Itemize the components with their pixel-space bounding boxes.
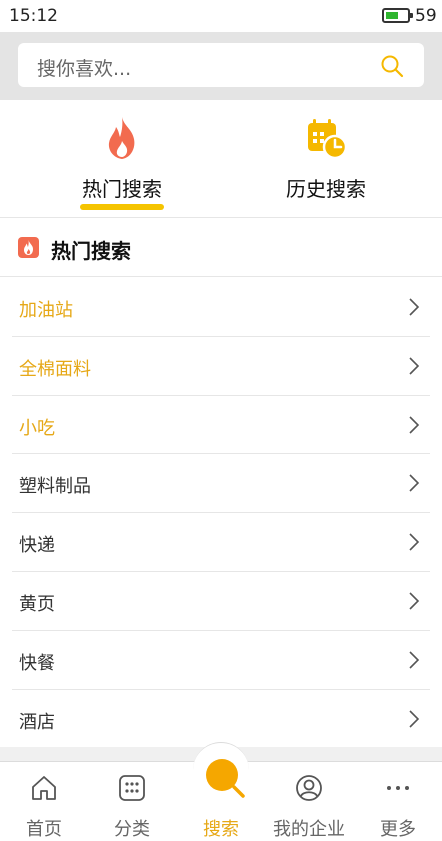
list-item-label: 快餐 [19, 652, 55, 674]
search-placeholder: 搜你喜欢... [37, 58, 132, 80]
nav-label: 首页 [26, 819, 62, 840]
list-item-label: 黄页 [19, 593, 55, 615]
section-header: 热门搜索 [0, 219, 442, 277]
tab-history-search[interactable]: 历史搜索 [264, 100, 388, 218]
list-item[interactable]: 快递 [12, 513, 430, 572]
chevron-right-icon [409, 592, 420, 610]
search-icon[interactable] [380, 54, 404, 78]
nav-label: 我的企业 [273, 819, 345, 840]
list-item[interactable]: 快餐 [12, 631, 430, 690]
home-icon [32, 776, 56, 800]
tab-label: 历史搜索 [286, 177, 366, 201]
hot-search-list: 加油站 全棉面料 小吃 塑料制品 快递 黄页 快餐 酒店 [0, 278, 442, 749]
nav-label: 分类 [114, 819, 150, 840]
nav-item-more[interactable]: 更多 [354, 762, 442, 841]
tab-hot-search[interactable]: 热门搜索 [60, 100, 184, 218]
list-item[interactable]: 加油站 [12, 278, 430, 337]
nav-label: 更多 [380, 819, 416, 840]
list-item[interactable]: 酒店 [12, 690, 430, 749]
list-item[interactable]: 黄页 [12, 572, 430, 631]
search-tabs: 热门搜索 历史搜索 [0, 100, 442, 218]
list-item-label: 塑料制品 [19, 476, 91, 498]
nav-item-my-company[interactable]: 我的企业 [265, 762, 353, 841]
list-item-label: 加油站 [19, 300, 73, 321]
chevron-right-icon [409, 533, 420, 551]
list-item[interactable]: 小吃 [12, 396, 430, 455]
chevron-right-icon [409, 651, 420, 669]
chevron-right-icon [409, 474, 420, 492]
battery-level: 59 [415, 6, 437, 26]
status-time: 15:12 [9, 6, 58, 26]
list-item-label: 酒店 [19, 711, 55, 733]
section-title: 热门搜索 [51, 239, 131, 263]
list-item-label: 小吃 [19, 417, 55, 439]
search-input[interactable]: 搜你喜欢... [18, 43, 424, 87]
nav-item-home[interactable]: 首页 [0, 762, 88, 841]
chevron-right-icon [409, 710, 420, 728]
tab-label: 热门搜索 [82, 177, 162, 201]
list-item-label: 快递 [19, 535, 55, 557]
more-icon [387, 786, 409, 790]
chevron-right-icon [409, 357, 420, 375]
list-item-label: 全棉面料 [19, 358, 91, 380]
search-icon[interactable] [204, 757, 246, 799]
status-bar: 15:12 59 [0, 0, 442, 32]
nav-label: 搜索 [203, 819, 239, 840]
chevron-right-icon [409, 416, 420, 434]
search-bar-area: 搜你喜欢... [0, 32, 442, 100]
list-item[interactable]: 塑料制品 [12, 454, 430, 514]
nav-item-category[interactable]: 分类 [88, 762, 176, 841]
user-icon [296, 775, 322, 801]
flame-icon [108, 117, 135, 159]
active-tab-indicator [80, 204, 164, 210]
chevron-right-icon [409, 298, 420, 316]
flame-icon [18, 237, 39, 258]
list-item[interactable]: 全棉面料 [12, 337, 430, 396]
battery-icon [382, 8, 413, 23]
grid-icon [119, 775, 145, 801]
calendar-clock-icon [308, 119, 348, 160]
battery-fill [386, 12, 398, 19]
